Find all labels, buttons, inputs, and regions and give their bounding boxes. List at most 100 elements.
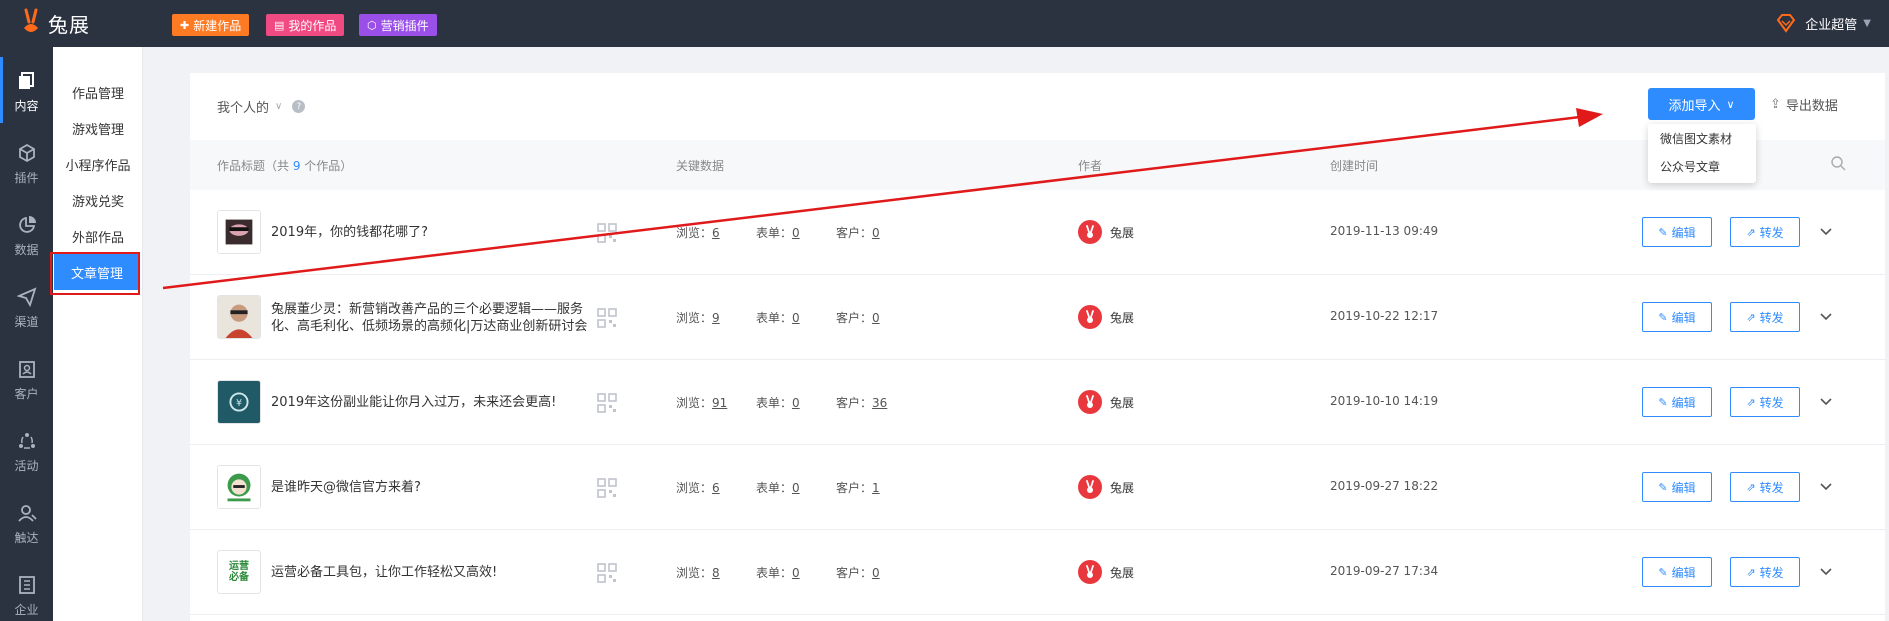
qrcode-icon[interactable] [597,393,617,413]
brand[interactable]: 兔展 [18,6,90,40]
rail-item-enterprise[interactable]: 企业 [0,561,53,621]
work-thumbnail[interactable]: ¥ [217,380,261,424]
share-button[interactable]: ⇗ 转发 [1730,472,1800,502]
table-header: 作品标题（共 9 个作品） 关键数据 作者 创建时间 [190,140,1885,190]
dropdown-item-official-article[interactable]: 公众号文章 [1648,152,1756,180]
customers-stat: 客户：1 [836,479,880,496]
customers-label: 客户： [836,396,873,410]
expand-chevron-icon[interactable] [1818,393,1834,409]
views-label: 浏览： [676,481,713,495]
expand-chevron-icon[interactable] [1818,308,1834,324]
edit-button[interactable]: ✎ 编辑 [1642,387,1712,417]
customers-count[interactable]: 1 [872,481,880,495]
work-title[interactable]: 运营必备工具包，让你工作轻松又高效! [271,530,601,615]
share-button[interactable]: ⇗ 转发 [1730,217,1800,247]
customers-count[interactable]: 0 [872,226,880,240]
share-button[interactable]: ⇗ 转发 [1730,302,1800,332]
customers-count[interactable]: 0 [872,566,880,580]
dropdown-item-wechat-material[interactable]: 微信图文素材 [1648,124,1756,152]
share-icon: ⇗ [1746,395,1756,409]
views-count[interactable]: 6 [712,226,720,240]
expand-chevron-icon[interactable] [1818,478,1834,494]
edit-icon: ✎ [1658,310,1668,324]
customers-count[interactable]: 0 [872,311,880,325]
customers-label: 客户： [836,481,873,495]
col-title-prefix: 作品标题（共 [217,159,293,173]
views-count[interactable]: 8 [712,566,720,580]
views-count[interactable]: 91 [712,396,727,410]
new-work-button[interactable]: ✚ 新建作品 [172,14,250,36]
forms-stat: 表单：0 [756,479,800,496]
rail-label: 企业 [14,603,39,617]
scope-filter[interactable]: 我个人的 ∨ ? [217,97,306,116]
views-count[interactable]: 9 [712,311,720,325]
rail-item-customer[interactable]: 客户 [0,345,53,411]
content-icon [18,72,34,89]
subnav-item-game-prizes[interactable]: 游戏兑奖 [53,182,143,218]
subnav-item-external[interactable]: 外部作品 [53,218,143,254]
author-name: 兔展 [1110,395,1135,410]
edit-button[interactable]: ✎ 编辑 [1642,557,1712,587]
views-label: 浏览： [676,566,713,580]
edit-icon: ✎ [1658,565,1668,579]
help-icon[interactable]: ? [292,100,306,113]
search-icon[interactable] [1830,155,1846,171]
forms-stat: 表单：0 [756,224,800,241]
rabbit-avatar-icon [1078,560,1102,584]
author-cell: 兔展 [1078,220,1134,244]
qrcode-icon[interactable] [597,478,617,498]
user-menu[interactable]: 企业超管 ▼ [1775,12,1871,34]
edit-button[interactable]: ✎ 编辑 [1642,302,1712,332]
customers-count[interactable]: 36 [872,396,887,410]
work-thumbnail[interactable] [217,210,261,254]
qrcode-icon[interactable] [597,308,617,328]
my-works-button[interactable]: ▤ 我的作品 [266,14,345,36]
work-title[interactable]: 2019年这份副业能让你月入过万，未来还会更高! [271,360,601,445]
share-label: 转发 [1759,480,1784,495]
edit-button[interactable]: ✎ 编辑 [1642,217,1712,247]
forms-label: 表单： [756,311,793,325]
forms-count[interactable]: 0 [792,481,800,495]
rabbit-avatar-icon [1078,475,1102,499]
forms-count[interactable]: 0 [792,311,800,325]
forms-count[interactable]: 0 [792,226,800,240]
qrcode-icon[interactable] [597,223,617,243]
author-cell: 兔展 [1078,390,1134,414]
views-label: 浏览： [676,226,713,240]
work-thumbnail[interactable]: 运营必备 [217,550,261,594]
share-button[interactable]: ⇗ 转发 [1730,387,1800,417]
rail-item-activity[interactable]: 活动 [0,417,53,483]
subnav-item-games[interactable]: 游戏管理 [53,110,143,146]
forms-label: 表单： [756,226,793,240]
subnav-item-works[interactable]: 作品管理 [53,74,143,110]
subnav-item-miniprogram[interactable]: 小程序作品 [53,146,143,182]
rail-item-content[interactable]: 内容 [0,57,53,123]
work-title[interactable]: 是谁昨天@微信官方来着? [271,445,601,530]
expand-chevron-icon[interactable] [1818,563,1834,579]
marketing-plugins-label: 营销插件 [380,18,429,33]
work-thumbnail[interactable] [217,465,261,509]
views-count[interactable]: 6 [712,481,720,495]
created-time: 2019-09-27 18:22 [1330,479,1439,493]
forms-count[interactable]: 0 [792,566,800,580]
qrcode-icon[interactable] [597,563,617,583]
rail-item-data[interactable]: 数据 [0,201,53,267]
expand-chevron-icon[interactable] [1818,223,1834,239]
new-work-label: 新建作品 [193,18,242,33]
work-title[interactable]: 兔展董少灵：新营销改善产品的三个必要逻辑——服务化、高毛利化、低频场景的高频化|… [271,275,601,360]
share-button[interactable]: ⇗ 转发 [1730,557,1800,587]
work-thumbnail[interactable] [217,295,261,339]
rail-label: 客户 [14,387,39,401]
marketing-plugins-button[interactable]: ⬡ 营销插件 [359,14,437,36]
export-label: 导出数据 [1785,99,1838,114]
forms-count[interactable]: 0 [792,396,800,410]
rail-item-reach[interactable]: 触达 [0,489,53,555]
enterprise-icon [18,576,35,594]
export-data-button[interactable]: ⇪ 导出数据 [1770,95,1838,114]
edit-button[interactable]: ✎ 编辑 [1642,472,1712,502]
rail-item-channel[interactable]: 渠道 [0,273,53,339]
add-import-button[interactable]: 添加导入 ∨ [1648,88,1755,120]
rail-item-plugin[interactable]: 插件 [0,129,53,195]
work-title[interactable]: 2019年，你的钱都花哪了? [271,190,601,275]
views-label: 浏览： [676,311,713,325]
